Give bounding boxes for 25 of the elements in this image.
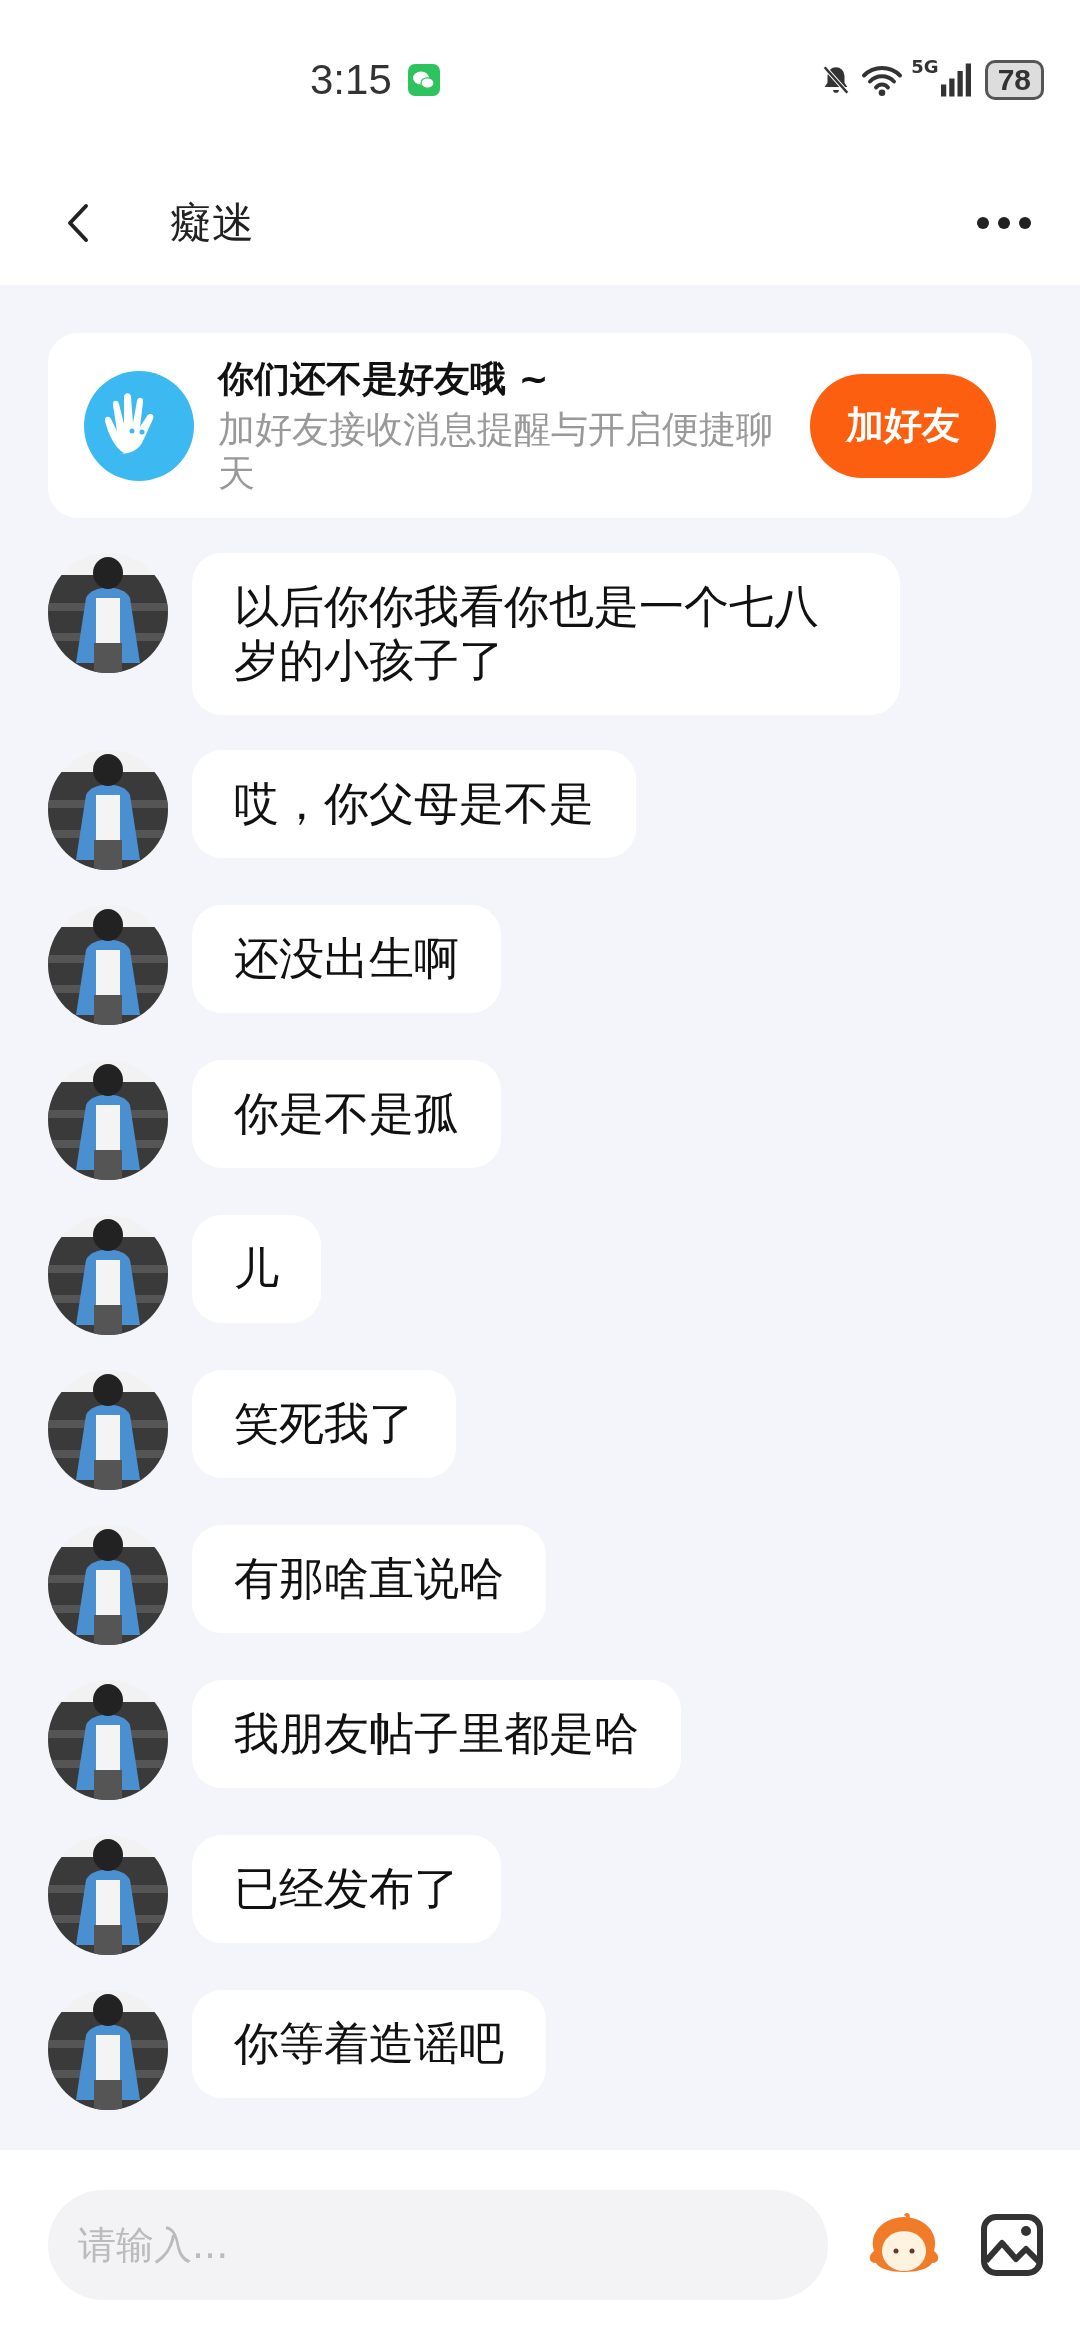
message-bubble: 哎，你父母是不是 xyxy=(192,750,636,858)
message-bubble: 有那啥直说哈 xyxy=(192,1525,546,1633)
battery-indicator: 78 xyxy=(984,60,1044,100)
message-bubble: 你等着造谣吧 xyxy=(192,1990,546,2098)
more-icon[interactable] xyxy=(976,215,1032,230)
chat-app-icon xyxy=(407,64,440,96)
banner-subtitle: 加好友接收消息提醒与开启便捷聊天 xyxy=(218,408,774,496)
chat-title: 癡迷 xyxy=(170,196,255,249)
wifi-icon xyxy=(861,63,904,97)
message-bubble: 你是不是孤 xyxy=(192,1060,501,1168)
back-icon[interactable] xyxy=(66,202,90,243)
message-input[interactable]: 请输入... xyxy=(48,2190,828,2300)
message-bubble: 已经发布了 xyxy=(192,1835,501,1943)
message-bubble: 我朋友帖子里都是哈 xyxy=(192,1680,681,1788)
message-bubble: 还没出生啊 xyxy=(192,905,501,1013)
message-bubble: 以后你你我看你也是一个七八岁的小孩子了 xyxy=(192,553,900,715)
network-label: 5G xyxy=(911,56,939,77)
message-bubble: 笑死我了 xyxy=(192,1370,456,1478)
waving-hand-icon xyxy=(84,370,194,481)
message-bubble: 儿 xyxy=(192,1215,321,1323)
status-time: 3:15 xyxy=(310,56,392,104)
add-friend-button[interactable]: 加好友 xyxy=(810,373,996,478)
banner-title: 你们还不是好友哦 ~ xyxy=(218,357,550,401)
image-icon[interactable] xyxy=(980,2213,1044,2277)
signal-icon xyxy=(940,63,971,97)
